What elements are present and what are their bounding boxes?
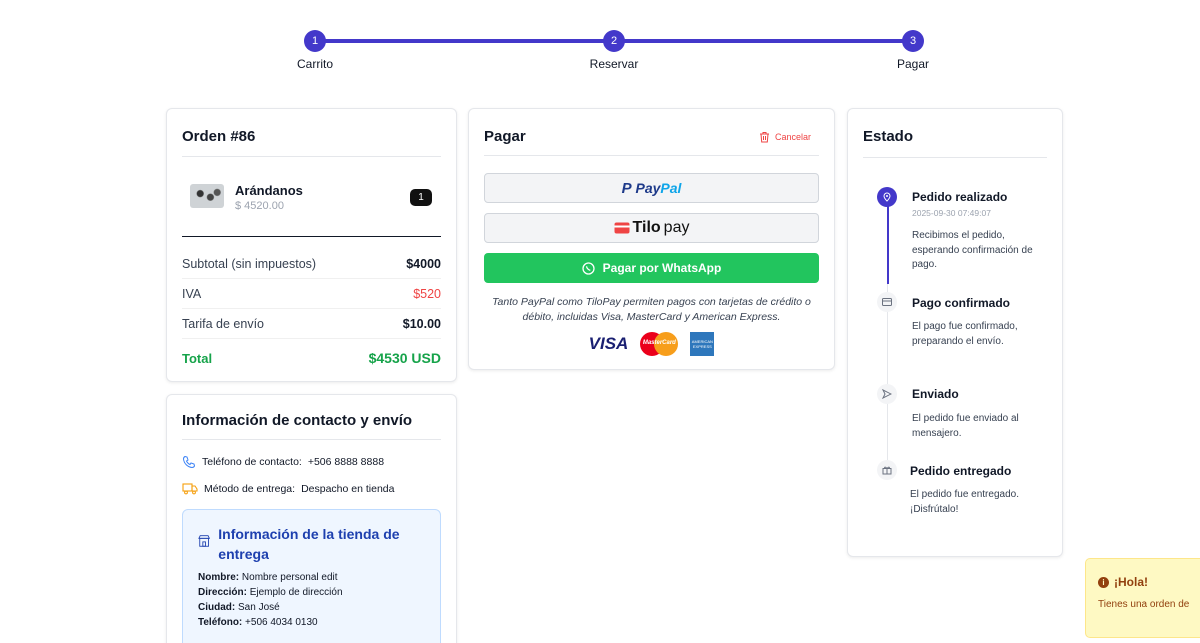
total-value: $4530 USD: [368, 350, 441, 366]
phone-label: Teléfono de contacto:: [202, 456, 302, 468]
paypal-button[interactable]: P PayPal: [484, 173, 819, 203]
delivery-method-row: Método de entrega: Despacho en tienda: [182, 482, 441, 495]
step-2-label: Reservar: [589, 57, 639, 71]
whatsapp-icon: [582, 261, 595, 275]
iva-label: IVA: [182, 286, 202, 301]
store-phone-line: Teléfono: +506 4034 0130: [198, 617, 425, 628]
timeline-step-2-title: Pago confirmado: [912, 296, 1011, 310]
checkout-stepper: 1 2 3 Carrito Reservar Pagar: [0, 0, 1200, 90]
timeline-step-1-date: 2025-09-30 07:49:07: [912, 208, 991, 218]
phone-icon: [182, 455, 196, 469]
subtotal-label: Subtotal (sin impuestos): [182, 256, 317, 271]
store-name-value: Nombre personal edit: [241, 572, 338, 583]
whatsapp-label: Pagar por WhatsApp: [602, 261, 722, 275]
store-phone-value: +506 4034 0130: [245, 617, 318, 628]
subtotal-value: $4000: [406, 256, 441, 271]
total-row: Total $4530 USD: [182, 339, 441, 377]
step-3-label: Pagar: [896, 57, 930, 71]
paypal-text-a: Pay: [635, 179, 661, 196]
payment-title: Pagar: [484, 128, 526, 145]
store-info-box: Información de la tienda de entrega Nomb…: [182, 509, 441, 643]
location-pin-icon: [877, 187, 897, 207]
payment-note: Tanto PayPal como TiloPay permiten pagos…: [492, 296, 811, 323]
timeline-active-line: [887, 197, 889, 284]
store-name-label: Nombre:: [198, 572, 240, 583]
gift-icon: [877, 460, 897, 480]
status-card: Estado Pedido realizado 2025-09-30 07:49…: [847, 108, 1063, 557]
store-phone-label: Teléfono:: [198, 617, 243, 628]
mastercard-text: MasterCard: [642, 340, 676, 346]
store-address-value: Ejemplo de dirección: [249, 587, 343, 598]
payment-header: Pagar Cancelar: [484, 109, 819, 156]
order-card: Orden #86 Arándanos $ 4520.00 1 Subtotal…: [166, 108, 457, 382]
step-2-dot[interactable]: 2: [603, 30, 625, 52]
payment-card: Pagar Cancelar P PayPal Tilo pay Pagar po…: [468, 108, 835, 370]
cancel-button[interactable]: Cancelar: [759, 131, 811, 143]
toast-title: ¡Hola!: [1114, 575, 1148, 589]
store-icon: [198, 535, 211, 547]
toast-message: Tienes una orden de: [1098, 599, 1190, 610]
store-info-title: Información de la tienda de entrega: [218, 526, 400, 562]
whatsapp-pay-button[interactable]: Pagar por WhatsApp: [484, 253, 819, 283]
trash-icon: [759, 131, 769, 142]
item-quantity-badge: 1: [410, 189, 432, 206]
contact-phone-row: Teléfono de contacto: +506 8888 8888: [182, 455, 441, 469]
cancel-label: Cancelar: [774, 131, 811, 142]
tilopay-logo: Tilo pay: [614, 219, 690, 237]
store-address-line: Dirección: Ejemplo de dirección: [198, 587, 425, 598]
tilopay-card-icon: [614, 222, 630, 234]
iva-row: IVA $520: [182, 279, 441, 309]
item-image: [190, 184, 224, 208]
status-title: Estado: [863, 109, 1047, 158]
step-1-label: Carrito: [296, 57, 333, 71]
timeline-step-2-desc: El pago fue confirmado, preparando el en…: [912, 321, 1018, 347]
store-city-line: Ciudad: San José: [198, 602, 425, 613]
contact-card: Información de contacto y envío Teléfono…: [166, 394, 457, 643]
order-item: Arándanos $ 4520.00 1: [182, 157, 441, 237]
visa-logo: VISA: [588, 334, 629, 353]
truck-icon: [182, 483, 198, 495]
card-brands: VISA MasterCard AMERICAN EXPRESS: [484, 332, 819, 356]
step-3-dot[interactable]: 3: [902, 30, 924, 52]
store-name-line: Nombre: Nombre personal edit: [198, 572, 425, 583]
info-icon: i: [1098, 576, 1109, 588]
timeline-step-4-title: Pedido entregado: [910, 464, 1012, 478]
paypal-logo: P PayPal: [622, 180, 682, 197]
tilopay-text-a: Tilo: [632, 219, 661, 236]
paypal-p-icon: P: [621, 179, 632, 197]
shipping-label: Tarifa de envío: [182, 316, 264, 331]
notification-toast[interactable]: i ¡Hola! Tienes una orden de: [1085, 558, 1200, 638]
delivery-value: Despacho en tienda: [301, 482, 395, 495]
store-city-value: San José: [238, 602, 280, 613]
order-title: Orden #86: [182, 109, 441, 157]
credit-card-icon: [877, 292, 897, 312]
send-icon: [877, 384, 897, 404]
tilopay-text-b: pay: [663, 219, 690, 236]
delivery-label: Método de entrega:: [204, 482, 296, 495]
shipping-row: Tarifa de envío $10.00: [182, 309, 441, 339]
store-address-label: Dirección:: [198, 587, 247, 598]
shipping-value: $10.00: [402, 316, 441, 331]
timeline-step-4-desc: El pedido fue entregado. ¡Disfrútalo!: [910, 489, 1019, 515]
timeline-step-3-title: Enviado: [912, 387, 959, 401]
store-info-header: Información de la tienda de entrega: [198, 524, 425, 564]
total-label: Total: [182, 350, 213, 366]
store-city-label: Ciudad:: [198, 602, 236, 613]
mastercard-logo: MasterCard: [640, 332, 679, 356]
timeline-step-3-desc: El pedido fue enviado al mensajero.: [912, 413, 1019, 439]
step-1-dot[interactable]: 1: [304, 30, 326, 52]
timeline-step-1-desc: Recibimos el pedido, esperando confirmac…: [912, 230, 1033, 270]
contact-title: Información de contacto y envío: [182, 395, 441, 440]
item-price: $ 4520.00: [235, 200, 284, 212]
phone-value: +506 8888 8888: [307, 456, 385, 468]
subtotal-row: Subtotal (sin impuestos) $4000: [182, 249, 441, 279]
tilopay-button[interactable]: Tilo pay: [484, 213, 819, 243]
toast-header: i ¡Hola!: [1098, 575, 1200, 589]
amex-logo: AMERICAN EXPRESS: [690, 332, 715, 356]
item-name: Arándanos: [235, 183, 303, 198]
iva-value: $520: [413, 286, 441, 301]
paypal-text-b: Pal: [660, 179, 682, 196]
timeline-step-1-title: Pedido realizado: [912, 190, 1008, 204]
